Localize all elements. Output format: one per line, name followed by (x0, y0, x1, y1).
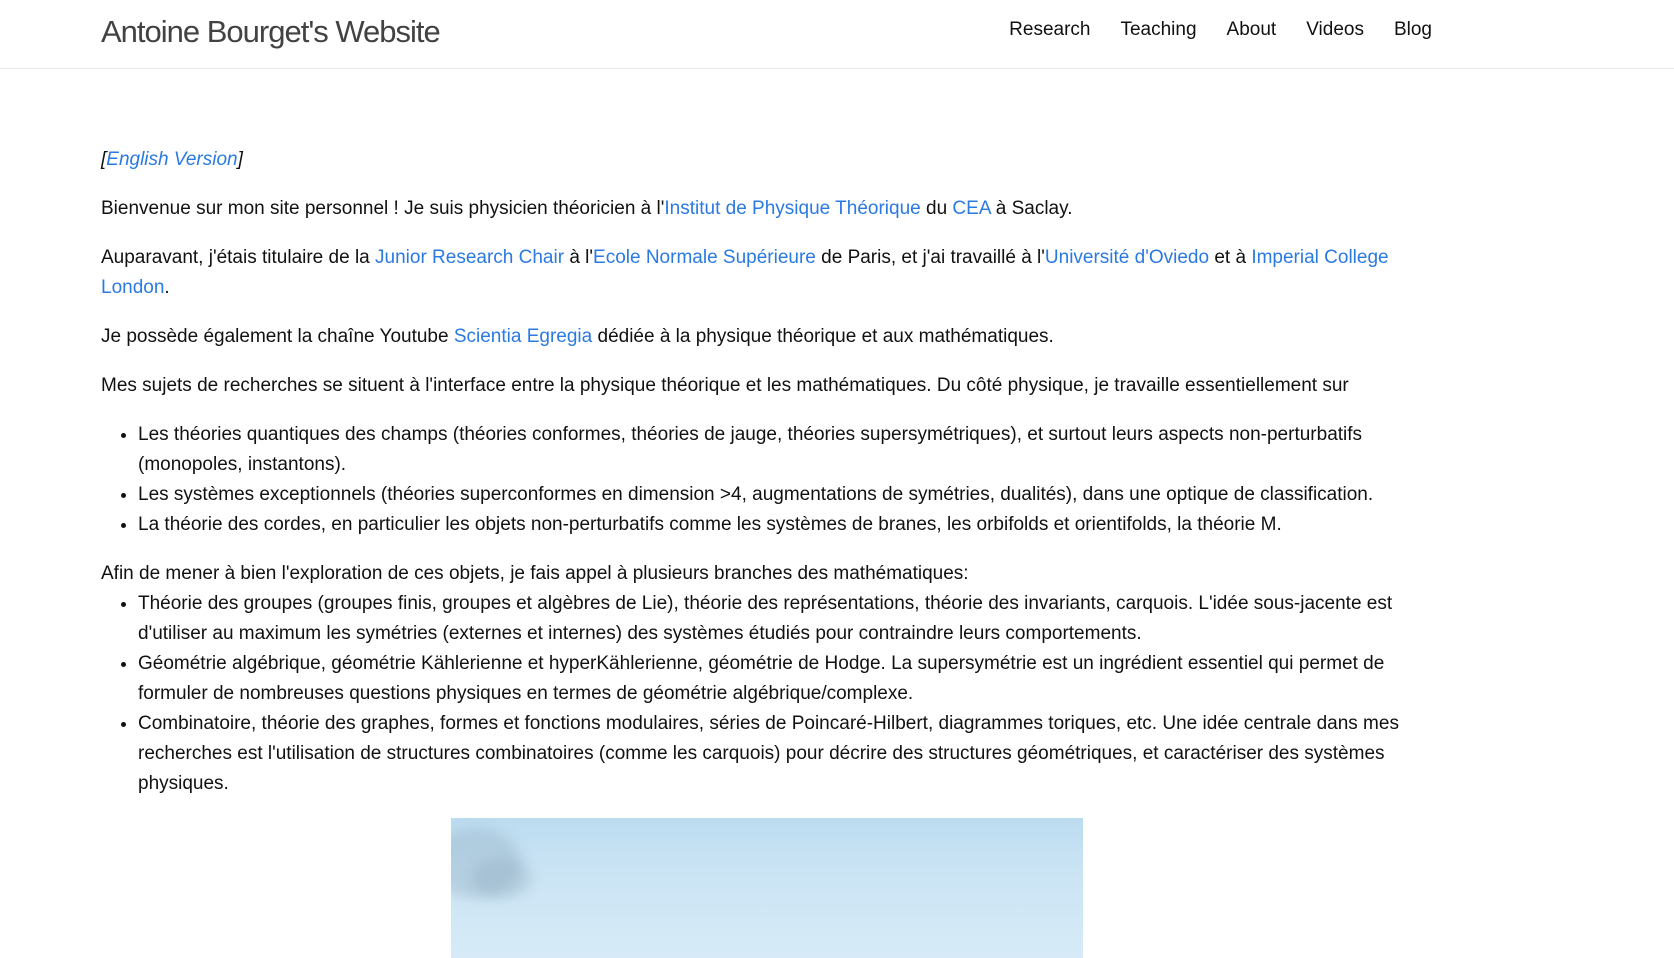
intro-paragraph: Bienvenue sur mon site personnel ! Je su… (101, 194, 1432, 224)
list-item: La théorie des cordes, en particulier le… (138, 510, 1432, 540)
cloud-shape (471, 858, 531, 898)
sky-photo (451, 818, 1083, 958)
prev-text-2: à l' (564, 247, 594, 268)
prev-text-5: . (164, 277, 170, 298)
junior-research-chair-link[interactable]: Junior Research Chair (375, 247, 564, 268)
bracket-close: ] (237, 149, 243, 170)
prev-text-1: Auparavant, j'étais titulaire de la (101, 247, 376, 268)
youtube-text-2: dédiée à la physique théorique et aux ma… (592, 326, 1054, 347)
youtube-paragraph: Je possède également la chaîne Youtube S… (101, 322, 1432, 352)
list-item: Les systèmes exceptionnels (théories sup… (138, 480, 1432, 510)
page-content: [English Version] Bienvenue sur mon site… (101, 69, 1432, 958)
site-nav: Research Teaching About Videos Blog (979, 15, 1432, 45)
nav-videos[interactable]: Videos (1306, 15, 1364, 45)
research-topics-paragraph: Mes sujets de recherches se situent à l'… (101, 375, 1349, 396)
header-inner: Antoine Bourget's Website Research Teach… (101, 0, 1432, 68)
list-item: Théorie des groupes (groupes finis, grou… (138, 589, 1432, 649)
ens-link[interactable]: Ecole Normale Supérieure (593, 247, 816, 268)
nav-blog[interactable]: Blog (1394, 15, 1432, 45)
prev-text-3: de Paris, et j'ai travaillé à l' (815, 247, 1045, 268)
intro-text-3: à Saclay. (990, 198, 1073, 219)
site-title-link[interactable]: Antoine Bourget's Website (101, 12, 441, 52)
list-item: Combinatoire, théorie des graphes, forme… (138, 709, 1432, 799)
math-topics-list: Théorie des groupes (groupes finis, grou… (101, 589, 1432, 799)
oviedo-link[interactable]: Université d'Oviedo (1045, 247, 1209, 268)
prev-text-4: et à (1209, 247, 1252, 268)
intro-text-1: Bienvenue sur mon site personnel ! Je su… (101, 198, 665, 219)
previous-positions-paragraph: Auparavant, j'étais titulaire de la Juni… (101, 243, 1432, 303)
site-header: Antoine Bourget's Website Research Teach… (0, 0, 1674, 69)
cea-link[interactable]: CEA (952, 198, 990, 219)
intro-text-2: du (920, 198, 953, 219)
nav-research[interactable]: Research (1009, 15, 1090, 45)
youtube-text-1: Je possède également la chaîne Youtube (101, 326, 454, 347)
nav-teaching[interactable]: Teaching (1120, 15, 1196, 45)
scientia-egregia-link[interactable]: Scientia Egregia (454, 326, 592, 347)
list-item: Géométrie algébrique, géométrie Kählerie… (138, 649, 1432, 709)
nav-about[interactable]: About (1227, 15, 1277, 45)
math-branches-paragraph: Afin de mener à bien l'exploration de ce… (101, 563, 969, 584)
english-version-link[interactable]: English Version (106, 149, 237, 170)
physics-topics-list: Les théories quantiques des champs (théo… (101, 420, 1432, 540)
list-item: Les théories quantiques des champs (théo… (138, 420, 1432, 480)
language-switch-line: [English Version] (101, 145, 1432, 175)
ipht-link[interactable]: Institut de Physique Théorique (664, 198, 920, 219)
